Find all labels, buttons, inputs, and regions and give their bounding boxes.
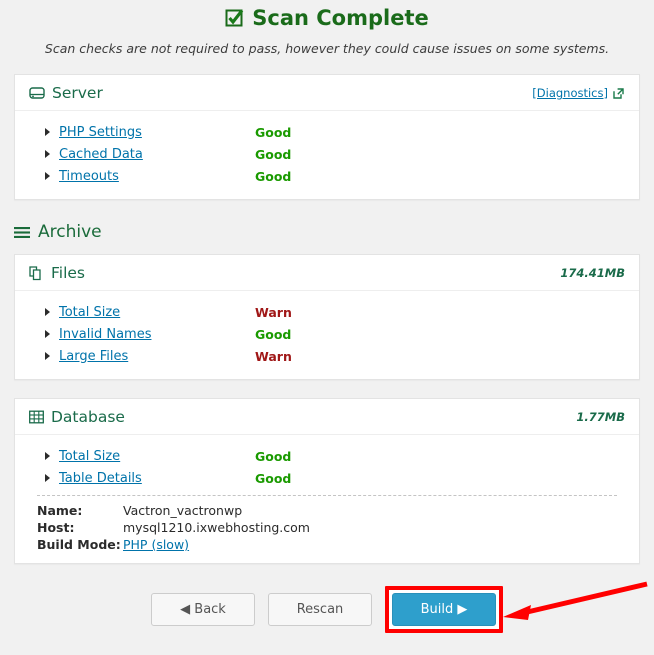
check-status: Good — [255, 124, 292, 140]
server-panel-header: Server [Diagnostics] — [15, 75, 639, 111]
check-row[interactable]: Invalid Names Good — [15, 323, 639, 345]
archive-section-title: Archive — [14, 222, 654, 242]
database-panel-title: Database — [29, 408, 125, 426]
check-status: Good — [255, 326, 292, 342]
check-status: Good — [255, 146, 292, 162]
chevron-right-icon[interactable] — [45, 308, 50, 316]
build-button[interactable]: Build ▶ — [392, 593, 496, 626]
check-label-link[interactable]: Total Size — [59, 305, 255, 320]
check-label-link[interactable]: Timeouts — [59, 169, 255, 184]
scan-results-page: Scan Complete Scan checks are not requir… — [0, 0, 654, 655]
database-details: Name: Vactron_vactronwp Host: mysql1210.… — [37, 495, 617, 553]
check-status: Warn — [255, 304, 292, 320]
database-detail-value: mysql1210.ixwebhosting.com — [123, 520, 310, 535]
check-label-link[interactable]: Table Details — [59, 471, 255, 486]
chevron-right-icon[interactable] — [45, 330, 50, 338]
check-label-link[interactable]: Total Size — [59, 449, 255, 464]
diagnostics-link[interactable]: [Diagnostics] — [532, 86, 608, 100]
check-status: Good — [255, 470, 292, 486]
database-detail-row: Host: mysql1210.ixwebhosting.com — [37, 519, 617, 536]
check-label-link[interactable]: PHP Settings — [59, 125, 255, 140]
database-panel-size: 1.77MB — [576, 410, 625, 424]
server-panel-body: PHP Settings Good Cached Data Good Timeo… — [15, 111, 639, 199]
diagnostics-link-group[interactable]: [Diagnostics] — [532, 86, 625, 100]
back-button[interactable]: ◀ Back — [151, 593, 255, 626]
page-subtitle: Scan checks are not required to pass, ho… — [44, 41, 610, 56]
table-grid-icon — [29, 410, 44, 424]
chevron-right-icon[interactable] — [45, 172, 50, 180]
database-panel-header: Database 1.77MB — [15, 399, 639, 435]
database-detail-key: Build Mode: — [37, 537, 121, 552]
files-panel-title-text: Files — [51, 264, 86, 282]
database-detail-value: PHP (slow) — [123, 536, 189, 553]
database-detail-row: Build Mode: PHP (slow) — [37, 536, 617, 553]
check-status: Good — [255, 448, 292, 464]
check-label-link[interactable]: Invalid Names — [59, 327, 255, 342]
database-detail-row: Name: Vactron_vactronwp — [37, 502, 617, 519]
check-label-link[interactable]: Large Files — [59, 349, 255, 364]
database-detail-key: Name: — [37, 503, 83, 518]
footer-button-bar: ◀ Back Rescan Build ▶ — [0, 586, 654, 633]
files-panel-body: Total Size Warn Invalid Names Good Large… — [15, 291, 639, 379]
database-panel: Database 1.77MB Total Size Good Table De… — [14, 398, 640, 564]
chevron-right-icon[interactable] — [45, 150, 50, 158]
check-label-link[interactable]: Cached Data — [59, 147, 255, 162]
check-status: Warn — [255, 348, 292, 364]
checked-checkbox-icon — [225, 8, 245, 28]
build-mode-link[interactable]: PHP (slow) — [123, 537, 189, 552]
hard-drive-icon — [29, 86, 45, 100]
check-row[interactable]: Total Size Good — [15, 445, 639, 467]
page-title-text: Scan Complete — [252, 6, 429, 30]
database-panel-title-text: Database — [51, 408, 125, 426]
build-button-highlight: Build ▶ — [385, 586, 503, 633]
server-panel-title-text: Server — [52, 84, 103, 102]
database-detail-key: Host: — [37, 520, 75, 535]
archive-section-title-text: Archive — [38, 222, 102, 242]
external-link-icon[interactable] — [612, 87, 625, 100]
files-panel-header: Files 174.41MB — [15, 255, 639, 291]
check-row[interactable]: Table Details Good — [15, 467, 639, 489]
files-panel: Files 174.41MB Total Size Warn Invalid N… — [14, 254, 640, 380]
scan-header: Scan Complete Scan checks are not requir… — [0, 0, 654, 56]
page-title: Scan Complete — [0, 4, 654, 32]
chevron-right-icon[interactable] — [45, 452, 50, 460]
files-panel-title: Files — [29, 264, 85, 282]
check-row[interactable]: Timeouts Good — [15, 165, 639, 187]
chevron-right-icon[interactable] — [45, 128, 50, 136]
files-panel-size: 174.41MB — [560, 266, 625, 280]
chevron-right-icon[interactable] — [45, 474, 50, 482]
chevron-right-icon[interactable] — [45, 352, 50, 360]
check-row[interactable]: Cached Data Good — [15, 143, 639, 165]
rescan-button[interactable]: Rescan — [268, 593, 372, 626]
check-row[interactable]: Large Files Warn — [15, 345, 639, 367]
server-panel-title: Server — [29, 84, 103, 102]
check-row[interactable]: Total Size Warn — [15, 301, 639, 323]
database-detail-value: Vactron_vactronwp — [123, 503, 243, 518]
server-panel: Server [Diagnostics] PHP Settings Good C… — [14, 74, 640, 200]
check-row[interactable]: PHP Settings Good — [15, 121, 639, 143]
hamburger-icon — [14, 226, 30, 239]
check-status: Good — [255, 168, 292, 184]
database-panel-body: Total Size Good Table Details Good Name:… — [15, 435, 639, 563]
files-copy-icon — [29, 265, 44, 281]
